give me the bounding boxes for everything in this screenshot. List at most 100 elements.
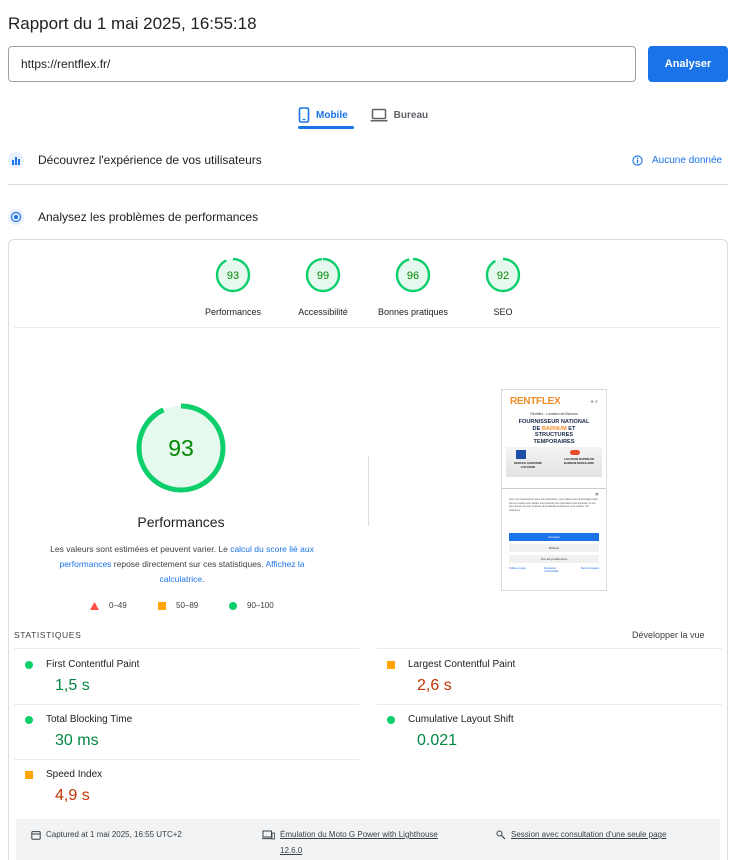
row-divider — [14, 648, 359, 649]
triangle-icon — [90, 601, 99, 610]
page-screenshot[interactable]: RENTFLEX ● ≡ Rentflex - Location de Barn… — [501, 389, 607, 591]
screenshot-icon — [516, 450, 526, 459]
metric-value: 1,5 s — [55, 677, 90, 694]
session-text: Session avec consultation d'une seule pa… — [511, 830, 667, 839]
score-value: 96 — [407, 270, 419, 282]
headline-part: ET — [566, 425, 576, 432]
tab-mobile-label: Mobile — [316, 109, 348, 121]
score-ring: 96 — [395, 257, 431, 293]
scores-divider — [14, 327, 721, 328]
emulation-text: Émulation du Moto G Power with Lighthous… — [280, 827, 438, 859]
tab-bureau-label: Bureau — [393, 109, 429, 121]
average-status-icon — [387, 660, 395, 669]
runtime-settings-bar: Captured at 1 mai 2025, 16:55 UTC+2 Émul… — [16, 819, 720, 860]
cookie-link: Déclaration confidentialité — [544, 567, 559, 574]
stats-heading: STATISTIQUES — [14, 630, 82, 640]
lab-data-title: Analysez les problèmes de performances — [38, 210, 259, 224]
average-status-icon — [25, 770, 33, 779]
cookie-links: Politique cookie Déclaration confidentia… — [509, 567, 599, 574]
headline-line: TEMPORAIRES — [533, 438, 575, 445]
device-emulation-icon — [262, 830, 275, 840]
square-icon — [158, 601, 166, 610]
metric-name: First Contentful Paint — [46, 659, 140, 670]
session-info[interactable]: Session avec consultation d'une seule pa… — [496, 827, 666, 843]
url-input[interactable] — [8, 46, 636, 82]
metric-cls: Cumulative Layout Shift 0.021 — [387, 714, 707, 750]
circle-icon — [229, 601, 237, 610]
legend-range: 90–100 — [247, 601, 274, 610]
tab-bureau[interactable]: Bureau — [370, 104, 428, 126]
emulation-info[interactable]: Émulation du Moto G Power with Lighthous… — [262, 827, 438, 859]
note-text: Les valeurs sont estimées et peuvent var… — [50, 544, 231, 554]
metric-name: Speed Index — [46, 769, 103, 780]
analyze-button[interactable]: Analyser — [648, 46, 728, 82]
report-title: Rapport du 1 mai 2025, 16:55:18 — [8, 14, 257, 33]
smartphone-icon — [298, 107, 310, 123]
screenshot-card-label: LOCATION RAPIDE DE BARNUM MODULAIRE — [563, 457, 595, 465]
score-gauge-seo[interactable]: 92 SEO — [463, 257, 543, 317]
field-data-title: Découvrez l'expérience de vos utilisateu… — [38, 153, 262, 167]
score-label: Performances — [204, 307, 262, 317]
screenshot-hero: MODULE SANITAIRE LOCATION LOCATION RAPID… — [506, 447, 602, 477]
capture-time: Captured at 1 mai 2025, 16:55 UTC+2 — [31, 827, 182, 843]
expand-view-toggle[interactable]: Développer la vue — [632, 630, 705, 640]
tab-mobile[interactable]: Mobile — [298, 104, 348, 126]
score-gauge-performances[interactable]: 93 Performances — [193, 257, 273, 317]
performance-note: Les valeurs sont estimées et peuvent var… — [44, 542, 320, 587]
cookie-link: Politique cookie — [509, 567, 526, 570]
row-divider — [14, 759, 359, 760]
users-experience-icon — [8, 152, 24, 168]
legend-range: 0–49 — [109, 601, 127, 610]
score-gauge-bonnes-pratiques[interactable]: 96 Bonnes pratiques — [373, 257, 453, 317]
score-gauge-accessibilite[interactable]: 99 Accessibilité — [283, 257, 363, 317]
legend-average: 50–89 — [158, 601, 198, 610]
legend-pass: 90–100 — [229, 601, 274, 610]
cookie-text: Avec vos consentement avec nos partenair… — [509, 498, 598, 512]
metric-name: Cumulative Layout Shift — [408, 714, 514, 725]
performance-title: Performances — [137, 514, 225, 530]
metric-value: 30 ms — [55, 732, 99, 749]
cookie-banner: ✕ Avec vos consentement avec nos partena… — [502, 488, 606, 590]
cookie-link: Mentions légales — [581, 567, 599, 570]
emulation-device: Émulation du Moto G Power with Lighthous… — [280, 830, 438, 839]
calendar-icon — [31, 831, 41, 840]
row-divider — [377, 704, 722, 705]
screenshot-icon — [570, 450, 580, 455]
good-status-icon — [25, 660, 33, 669]
screenshot-headline: FOURNISSEUR NATIONAL DE BARNUM ET STRUCT… — [502, 419, 606, 445]
row-divider — [377, 648, 722, 649]
score-value: 99 — [317, 270, 329, 282]
screenshot-subtitle: Rentflex - Location de Barnum — [530, 412, 578, 416]
active-tab-indicator — [298, 126, 354, 129]
preferences-button: Voir les préférences — [509, 555, 599, 563]
menu-icon: ● ≡ — [590, 398, 598, 405]
session-icon — [496, 830, 506, 840]
score-ring: 92 — [485, 257, 521, 293]
score-ring: 93 — [215, 257, 251, 293]
section-divider — [8, 184, 728, 185]
score-label: Accessibilité — [298, 307, 348, 317]
accept-button: Accepter — [509, 533, 599, 541]
metric-value: 4,9 s — [55, 787, 90, 804]
score-label: Bonnes pratiques — [377, 307, 449, 317]
metric-name: Total Blocking Time — [46, 714, 133, 725]
performance-score: 93 — [168, 435, 194, 461]
note-text: repose directement sur ces statistiques. — [111, 559, 266, 569]
legend-fail: 0–49 — [90, 601, 127, 610]
refuse-button: Refuser — [509, 544, 599, 552]
row-divider — [14, 704, 359, 705]
no-data-indicator[interactable]: Aucune donnée — [632, 155, 722, 166]
no-data-label: Aucune donnée — [652, 155, 723, 166]
score-label: SEO — [493, 307, 513, 317]
score-value: 92 — [497, 270, 509, 282]
capture-time-text: Captured at 1 mai 2025, 16:55 UTC+2 — [46, 830, 182, 839]
note-text: . — [202, 574, 205, 584]
performance-gauge: 93 — [136, 403, 226, 493]
field-data-section[interactable]: Découvrez l'expérience de vos utilisateu… — [8, 152, 262, 168]
score-ring: 99 — [305, 257, 341, 293]
headline-part: BARNUM — [541, 425, 567, 432]
metric-value: 0.021 — [417, 732, 458, 749]
screenshot-card-label: MODULE SANITAIRE LOCATION — [514, 461, 542, 469]
good-status-icon — [387, 715, 395, 724]
info-icon — [632, 155, 643, 166]
